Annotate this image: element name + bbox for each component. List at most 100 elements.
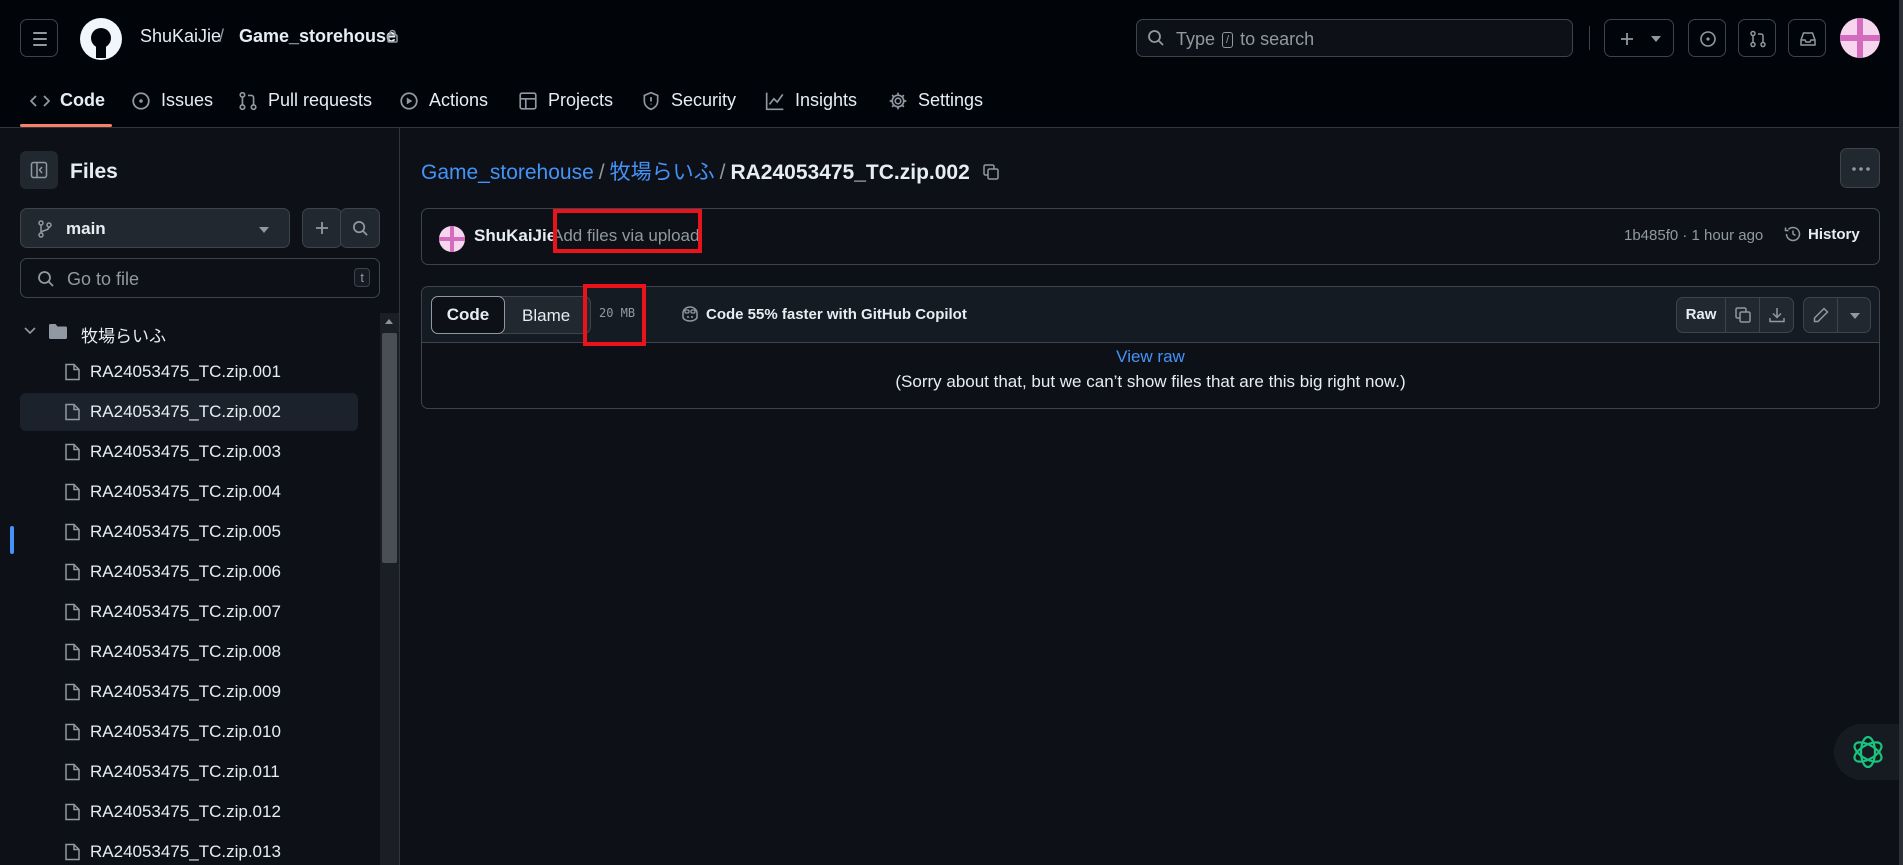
file-viewer: Code Blame 20 MB Code 55% faster with Gi… <box>421 284 1880 409</box>
pull-requests-button[interactable] <box>1738 19 1776 57</box>
search-files-button[interactable] <box>340 208 380 248</box>
file-icon <box>65 763 80 781</box>
highlight-box <box>553 209 702 253</box>
file-icon <box>65 843 80 861</box>
history-button[interactable]: History <box>1784 225 1860 243</box>
tree-file[interactable]: RA24053475_TC.zip.003 <box>20 433 358 471</box>
tab-actions[interactable]: Actions <box>399 86 488 130</box>
chevron-down-icon <box>24 327 36 335</box>
tab-issues-label: Issues <box>161 90 214 110</box>
branch-selector[interactable]: main <box>20 208 290 248</box>
file-name: RA24053475_TC.zip.003 <box>90 442 281 461</box>
search-placeholder: Type / to search <box>1176 29 1314 50</box>
active-tab-indicator <box>20 124 112 127</box>
tree-file[interactable]: RA24053475_TC.zip.013 <box>20 833 358 865</box>
tree-file[interactable]: RA24053475_TC.zip.004 <box>20 473 358 511</box>
tab-security[interactable]: Security <box>641 86 736 130</box>
file-icon <box>65 443 80 461</box>
breadcrumb: Game_storehouse / 牧場らいふ / RA24053475_TC.zip.… <box>421 156 1000 186</box>
copy-icon[interactable] <box>982 163 1000 181</box>
play-icon <box>400 92 418 110</box>
file-icon <box>65 363 80 381</box>
tree-file[interactable]: RA24053475_TC.zip.007 <box>20 593 358 631</box>
scrollbar-thumb[interactable] <box>382 333 397 563</box>
file-icon <box>65 403 80 421</box>
copy-raw-button[interactable] <box>1725 297 1760 333</box>
edit-file-button[interactable] <box>1803 297 1838 333</box>
table-icon <box>519 92 537 110</box>
code-view-button[interactable]: Code <box>431 296 505 334</box>
tab-projects[interactable]: Projects <box>518 86 613 130</box>
collapse-sidebar-button[interactable] <box>20 151 58 189</box>
plus-icon <box>1621 33 1633 45</box>
tab-pull-requests[interactable]: Pull requests <box>238 86 372 130</box>
inbox-icon <box>1800 32 1816 46</box>
commit-author-avatar[interactable] <box>439 226 465 252</box>
tree-file[interactable]: RA24053475_TC.zip.010 <box>20 713 358 751</box>
assistant-knot-icon <box>1853 735 1883 769</box>
menu-button[interactable] <box>20 19 58 57</box>
tree-file[interactable]: RA24053475_TC.zip.005 <box>20 513 358 551</box>
kebab-horizontal-icon <box>1852 167 1870 171</box>
file-name: RA24053475_TC.zip.006 <box>90 562 281 581</box>
search-icon <box>353 221 368 236</box>
tab-issues[interactable]: Issues <box>131 86 213 130</box>
breadcrumb-repo-link[interactable]: Game_storehouse <box>421 161 594 184</box>
tab-insights-label: Insights <box>795 90 858 110</box>
github-logo-icon[interactable] <box>80 18 122 60</box>
user-avatar[interactable] <box>1840 18 1880 58</box>
go-to-file-input[interactable]: Go to file t <box>20 258 380 298</box>
folder-name: 牧場らいふ <box>81 327 166 346</box>
tree-file[interactable]: RA24053475_TC.zip.001 <box>20 353 358 391</box>
tree-file-selected[interactable]: RA24053475_TC.zip.002 <box>20 393 358 431</box>
edit-options-button[interactable] <box>1837 297 1871 333</box>
tab-insights[interactable]: Insights <box>765 86 857 130</box>
copilot-promo[interactable]: Code 55% faster with GitHub Copilot <box>680 305 967 323</box>
breadcrumb-separator: / <box>719 161 726 184</box>
menu-icon-line <box>33 44 47 46</box>
selected-file-indicator <box>10 526 14 554</box>
tab-pull-requests-label: Pull requests <box>268 90 373 110</box>
inbox-button[interactable] <box>1788 19 1826 57</box>
repo-owner-link[interactable]: ShuKaiJie <box>140 26 221 47</box>
file-icon <box>65 483 80 501</box>
file-name: RA24053475_TC.zip.009 <box>90 682 281 701</box>
file-icon <box>65 563 80 581</box>
tree-file[interactable]: RA24053475_TC.zip.011 <box>20 753 358 791</box>
issue-icon <box>132 92 150 110</box>
blame-view-button[interactable]: Blame <box>522 306 570 326</box>
download-button[interactable] <box>1759 297 1794 333</box>
lock-icon <box>387 29 398 43</box>
scroll-up-arrow-icon[interactable] <box>385 319 393 324</box>
tab-settings[interactable]: Settings <box>888 86 983 130</box>
breadcrumb-folder-link[interactable]: 牧場らいふ <box>610 161 715 184</box>
add-file-button[interactable] <box>302 208 342 248</box>
avatar-pattern <box>439 237 465 241</box>
commit-author-link[interactable]: ShuKaiJie <box>474 226 556 246</box>
file-name: RA24053475_TC.zip.013 <box>90 842 281 861</box>
more-options-button[interactable] <box>1840 148 1880 188</box>
search-icon <box>38 271 54 287</box>
floating-assistant-button[interactable] <box>1834 724 1903 780</box>
search-shortcut-key: / <box>1222 32 1234 48</box>
issue-icon <box>1700 31 1716 47</box>
plus-icon <box>316 222 328 234</box>
create-new-button[interactable] <box>1604 19 1674 57</box>
search-placeholder-suffix: to search <box>1240 29 1315 49</box>
repo-name-link[interactable]: Game_storehouse <box>239 26 396 47</box>
pencil-icon <box>1813 307 1829 323</box>
tree-file[interactable]: RA24053475_TC.zip.012 <box>20 793 358 831</box>
code-icon <box>30 95 50 107</box>
tree-file[interactable]: RA24053475_TC.zip.009 <box>20 673 358 711</box>
tree-file[interactable]: RA24053475_TC.zip.006 <box>20 553 358 591</box>
view-raw-link[interactable]: View raw <box>422 347 1879 367</box>
sidebar-scrollbar[interactable] <box>380 313 399 865</box>
tree-file[interactable]: RA24053475_TC.zip.008 <box>20 633 358 671</box>
search-input[interactable]: Type / to search <box>1136 19 1573 57</box>
tab-code-label: Code <box>60 90 105 110</box>
download-icon <box>1769 308 1785 323</box>
issues-button[interactable] <box>1688 19 1726 57</box>
tree-folder[interactable]: 牧場らいふ <box>20 313 358 351</box>
commit-meta[interactable]: 1b485f0 · 1 hour ago <box>1624 227 1763 244</box>
raw-button[interactable]: Raw <box>1676 297 1726 333</box>
